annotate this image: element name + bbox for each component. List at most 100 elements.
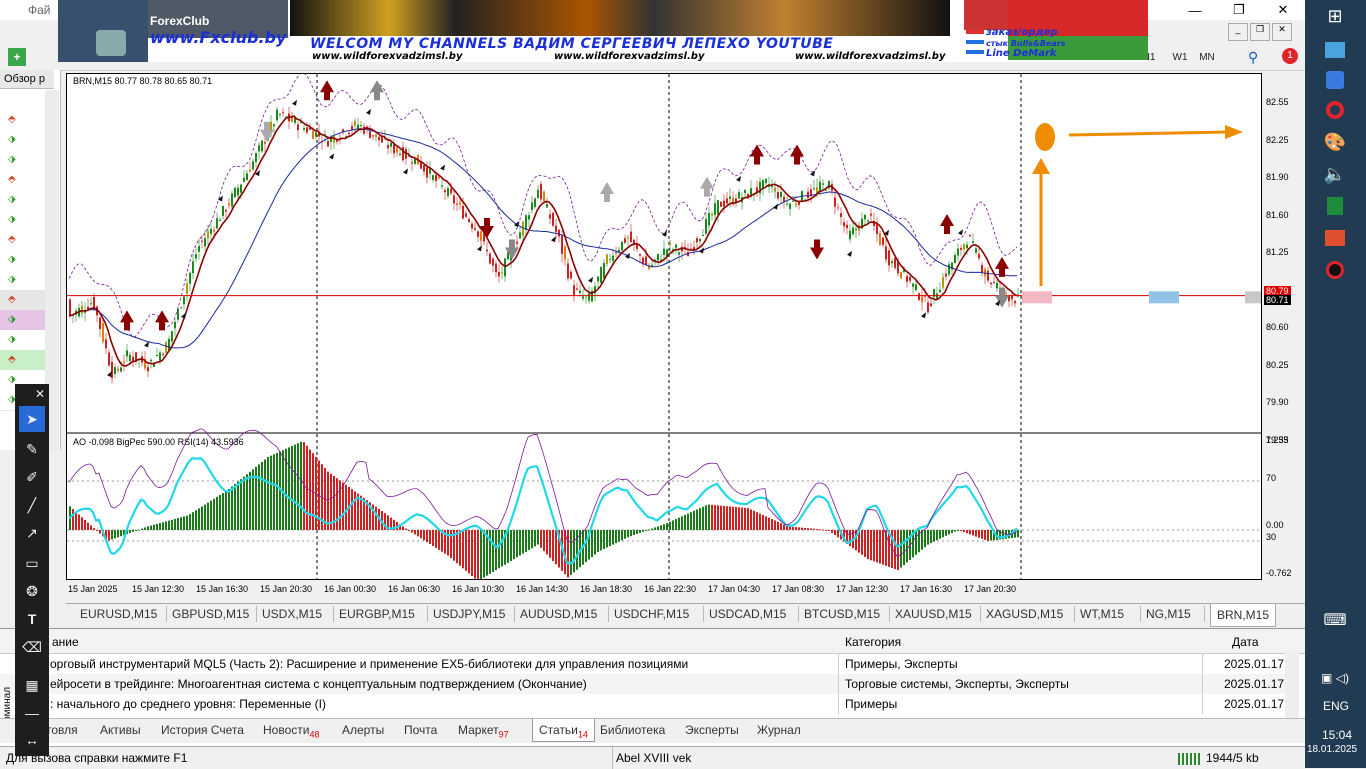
symbol-tab[interactable]: USDX,M15 — [262, 607, 322, 621]
terminal-tab[interactable]: товля — [46, 723, 78, 737]
pencil-icon[interactable]: ✎ — [19, 436, 45, 462]
shapes-icon[interactable]: ❂ — [19, 578, 45, 604]
symbol-tab[interactable]: USDJPY,M15 — [433, 607, 505, 621]
terminal-tab[interactable]: Маркет97 — [458, 723, 509, 739]
ao-bar — [696, 509, 698, 530]
doc-restore-button[interactable]: ❐ — [1250, 23, 1270, 41]
timeframe-w1[interactable]: W1 — [1170, 48, 1190, 66]
symbol-tab[interactable]: USDCAD,M15 — [709, 607, 786, 621]
app-icon[interactable] — [1326, 71, 1344, 89]
ao-bar — [657, 526, 659, 530]
ao-bar — [195, 510, 197, 530]
marker-icon[interactable]: ✐ — [19, 464, 45, 490]
paint-icon[interactable]: 🎨 — [1321, 128, 1349, 156]
market-watch-row[interactable]: ⬘ — [0, 110, 45, 131]
line-icon[interactable]: ╱ — [19, 492, 45, 518]
terminal-tab[interactable]: Почта — [404, 723, 437, 737]
symbol-tab[interactable]: EURGBP,M15 — [339, 607, 415, 621]
terminal-tab[interactable]: Новости48 — [263, 723, 319, 739]
market-watch-row[interactable]: ⬗ — [0, 330, 45, 351]
market-watch-title[interactable]: Обзор р — [0, 70, 54, 89]
article-row[interactable]: ейросети в трейдинге: Многоагентная сист… — [0, 674, 1285, 694]
restore-button[interactable]: ❐ — [1217, 0, 1261, 20]
level-marker — [1245, 291, 1261, 304]
keyboard-icon[interactable]: ⌨ — [1321, 606, 1349, 634]
text-icon[interactable]: T — [19, 606, 45, 632]
market-watch-row[interactable]: ⬗ — [0, 250, 45, 271]
terminal-tab[interactable]: Статьи14 — [532, 719, 595, 742]
article-category: Примеры — [845, 697, 898, 711]
cursor-icon[interactable]: ➤ — [19, 406, 45, 432]
presentation-icon[interactable] — [1325, 230, 1345, 246]
symbol-tab[interactable]: AUDUSD,M15 — [520, 607, 597, 621]
symbol-tab[interactable]: NG,M15 — [1146, 607, 1191, 621]
background-icon[interactable]: ▦ — [19, 672, 45, 698]
banner-site[interactable]: www.Fxclub.by — [150, 28, 286, 47]
calculator-icon[interactable] — [1327, 197, 1343, 215]
menu-file[interactable]: Фай — [28, 3, 51, 17]
timeframe-mn[interactable]: MN — [1196, 48, 1218, 66]
col-date-header[interactable]: Дата — [1232, 635, 1259, 649]
search-icon[interactable]: ⚲ — [1248, 49, 1258, 66]
symbol-tab[interactable]: WT,M15 — [1080, 607, 1124, 621]
terminal-tab[interactable]: История Счета — [161, 723, 244, 737]
article-row[interactable]: : начального до среднего уровня: Перемен… — [0, 694, 1285, 714]
market-watch-row[interactable]: ⬗ — [0, 190, 45, 211]
market-watch-row[interactable]: ⬘ — [0, 350, 45, 371]
symbol-tab[interactable]: BRN,M15 — [1210, 604, 1277, 627]
terminal-scrollbar[interactable] — [1285, 653, 1299, 723]
eraser-icon[interactable]: ⌫ — [19, 634, 45, 660]
opera-icon[interactable] — [1326, 101, 1344, 119]
market-watch-row[interactable]: ⬘ — [0, 290, 45, 311]
terminal-tab[interactable]: Алерты — [342, 723, 384, 737]
terminal-tab[interactable]: Эксперты — [685, 723, 739, 737]
article-row[interactable]: орговый инструментарий MQL5 (Часть 2): Р… — [0, 654, 1285, 674]
banner-url-3[interactable]: www.wildforexvadzimsl.by — [795, 51, 945, 62]
speaker-icon[interactable]: 🔈 — [1321, 160, 1349, 188]
market-watch-row[interactable]: ⬗ — [0, 210, 45, 231]
clock-date[interactable]: 18.01.2025 — [1307, 744, 1357, 755]
market-watch-row[interactable]: ⬗ — [0, 130, 45, 151]
tray-icons[interactable]: ▣ ◁) — [1309, 664, 1361, 692]
symbol-tab[interactable]: USDCHF,M15 — [614, 607, 689, 621]
close-button[interactable]: ✕ — [1261, 0, 1305, 20]
close-icon[interactable]: ✕ — [33, 384, 47, 404]
doc-close-button[interactable]: ✕ — [1272, 23, 1292, 41]
symbol-tab[interactable]: EURUSD,M15 — [80, 607, 157, 621]
terminal-tab[interactable]: Библиотека — [600, 723, 665, 737]
banner-url-1[interactable]: www.wildforexvadzimsl.by — [312, 51, 462, 62]
market-watch-row[interactable]: ⬘ — [0, 230, 45, 251]
terminal-tab[interactable]: Журнал — [757, 723, 801, 737]
clock-time[interactable]: 15:04 — [1322, 728, 1352, 742]
language-indicator[interactable]: ENG — [1323, 699, 1349, 713]
price-chart[interactable]: BRN,M15 80.77 80.78 80.65 80.71 AO -0.09… — [66, 73, 1262, 580]
market-watch-row[interactable]: ⬘ — [0, 170, 45, 191]
symbol-tab[interactable]: BTCUSD,M15 — [804, 607, 880, 621]
ao-bar — [636, 530, 638, 535]
symbol-tab[interactable]: XAGUSD,M15 — [986, 607, 1063, 621]
col-category-header[interactable]: Категория — [845, 635, 901, 649]
record-icon[interactable] — [1326, 261, 1344, 279]
market-watch-row[interactable]: ⬗ — [0, 150, 45, 171]
status-profile[interactable]: Abel XVIII vek — [616, 751, 691, 765]
banner-url-2[interactable]: www.wildforexvadzimsl.by — [554, 51, 704, 62]
symbol-tab[interactable]: XAUUSD,M15 — [895, 607, 972, 621]
arrow-line-icon[interactable]: ↗ — [19, 520, 45, 546]
doc-minimize-button[interactable]: _ — [1228, 23, 1248, 41]
minimize-button[interactable]: — — [1173, 0, 1217, 20]
ao-bar — [591, 530, 593, 558]
market-watch-row[interactable]: ⬗ — [0, 310, 45, 331]
col-title-header[interactable]: ание — [52, 635, 79, 649]
windows-start-icon[interactable]: ⊞ — [1321, 2, 1349, 30]
notification-badge[interactable]: 1 — [1282, 48, 1298, 64]
annotation-marker[interactable] — [1035, 123, 1055, 151]
ao-bar — [405, 528, 407, 530]
expand-icon[interactable]: ↔ — [19, 730, 45, 750]
desktop-icon[interactable] — [1325, 42, 1345, 58]
market-watch-row[interactable]: ⬗ — [0, 270, 45, 291]
thickness-icon[interactable]: — — [19, 700, 45, 726]
symbol-tab[interactable]: GBPUSD,M15 — [172, 607, 249, 621]
rectangle-icon[interactable]: ▭ — [19, 550, 45, 576]
new-chart-icon[interactable]: + — [8, 48, 26, 66]
terminal-tab[interactable]: Активы — [100, 723, 141, 737]
